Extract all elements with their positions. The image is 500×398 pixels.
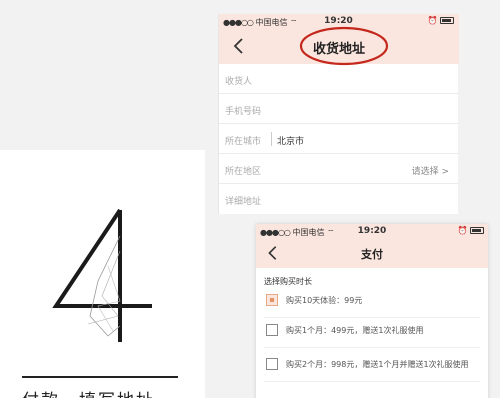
address-nav: 收货地址 (219, 26, 459, 66)
status-right: ⏰ (457, 226, 484, 235)
option-label: 购买10天体验：99元 (286, 296, 363, 305)
payment-screen: ●●●○○ 中国电信 ⌔ 19:20 ⏰ 支付 选择购买时长 购买10天体验：9… (256, 224, 488, 398)
alarm-icon: ⏰ (427, 16, 438, 25)
option-1-month[interactable]: 购买1个月：499元，赠送1次礼服使用 (256, 318, 488, 348)
option-label: 购买2个月：998元，赠送1个月并赠送1次礼服使用 (286, 360, 469, 369)
form-row-phone[interactable]: 手机号码 (219, 94, 459, 124)
form-row-city[interactable]: 所在城市 北京市 (219, 124, 459, 154)
form-row-address[interactable]: 详细地址 (219, 184, 459, 214)
status-right: ⏰ (427, 16, 454, 25)
option-10-days[interactable]: 购买10天体验：99元 (256, 288, 488, 318)
city-label: 所在城市 (225, 137, 262, 147)
battery-icon (470, 227, 484, 234)
step-caption: 付款、填写地址 (22, 386, 155, 398)
checkbox[interactable] (266, 358, 278, 370)
page-title: 支付 (361, 248, 383, 261)
field-divider (271, 132, 272, 146)
district-select-hint[interactable]: 请选择 > (412, 164, 449, 177)
big-number-four (52, 208, 152, 342)
address-screen: ●●●○○ 中国电信 ⌔ 19:20 ⏰ 收货地址 收货人 手机号码 所在城市 … (218, 14, 459, 214)
status-bar: ●●●○○ 中国电信 ⌔ 19:20 ⏰ (256, 224, 488, 240)
city-value: 北京市 (277, 137, 305, 147)
alarm-icon: ⏰ (457, 226, 468, 235)
left-card: 付款、填写地址 (0, 150, 205, 398)
option-2-months[interactable]: 购买2个月：998元，赠送1个月并赠送1次礼服使用 (256, 352, 488, 382)
caption-underline (22, 376, 178, 378)
checkbox[interactable] (266, 324, 278, 336)
status-time: 19:20 (357, 226, 387, 236)
district-label: 所在地区 (225, 167, 262, 177)
form-row-district[interactable]: 所在地区 请选择 > (219, 154, 459, 184)
divider (264, 381, 480, 382)
duration-section-title: 选择购买时长 (264, 277, 312, 286)
address-label: 详细地址 (225, 197, 262, 207)
recipient-label: 收货人 (225, 77, 253, 87)
status-time: 19:20 (324, 16, 353, 26)
payment-nav: 支付 (256, 240, 488, 268)
divider (264, 347, 480, 348)
form-row-recipient[interactable]: 收货人 (219, 64, 459, 94)
checkbox[interactable] (266, 294, 278, 306)
option-label: 购买1个月：499元，赠送1次礼服使用 (286, 326, 424, 335)
phone-label: 手机号码 (225, 107, 262, 117)
red-circle-annotation (299, 26, 389, 66)
battery-icon (440, 17, 454, 24)
